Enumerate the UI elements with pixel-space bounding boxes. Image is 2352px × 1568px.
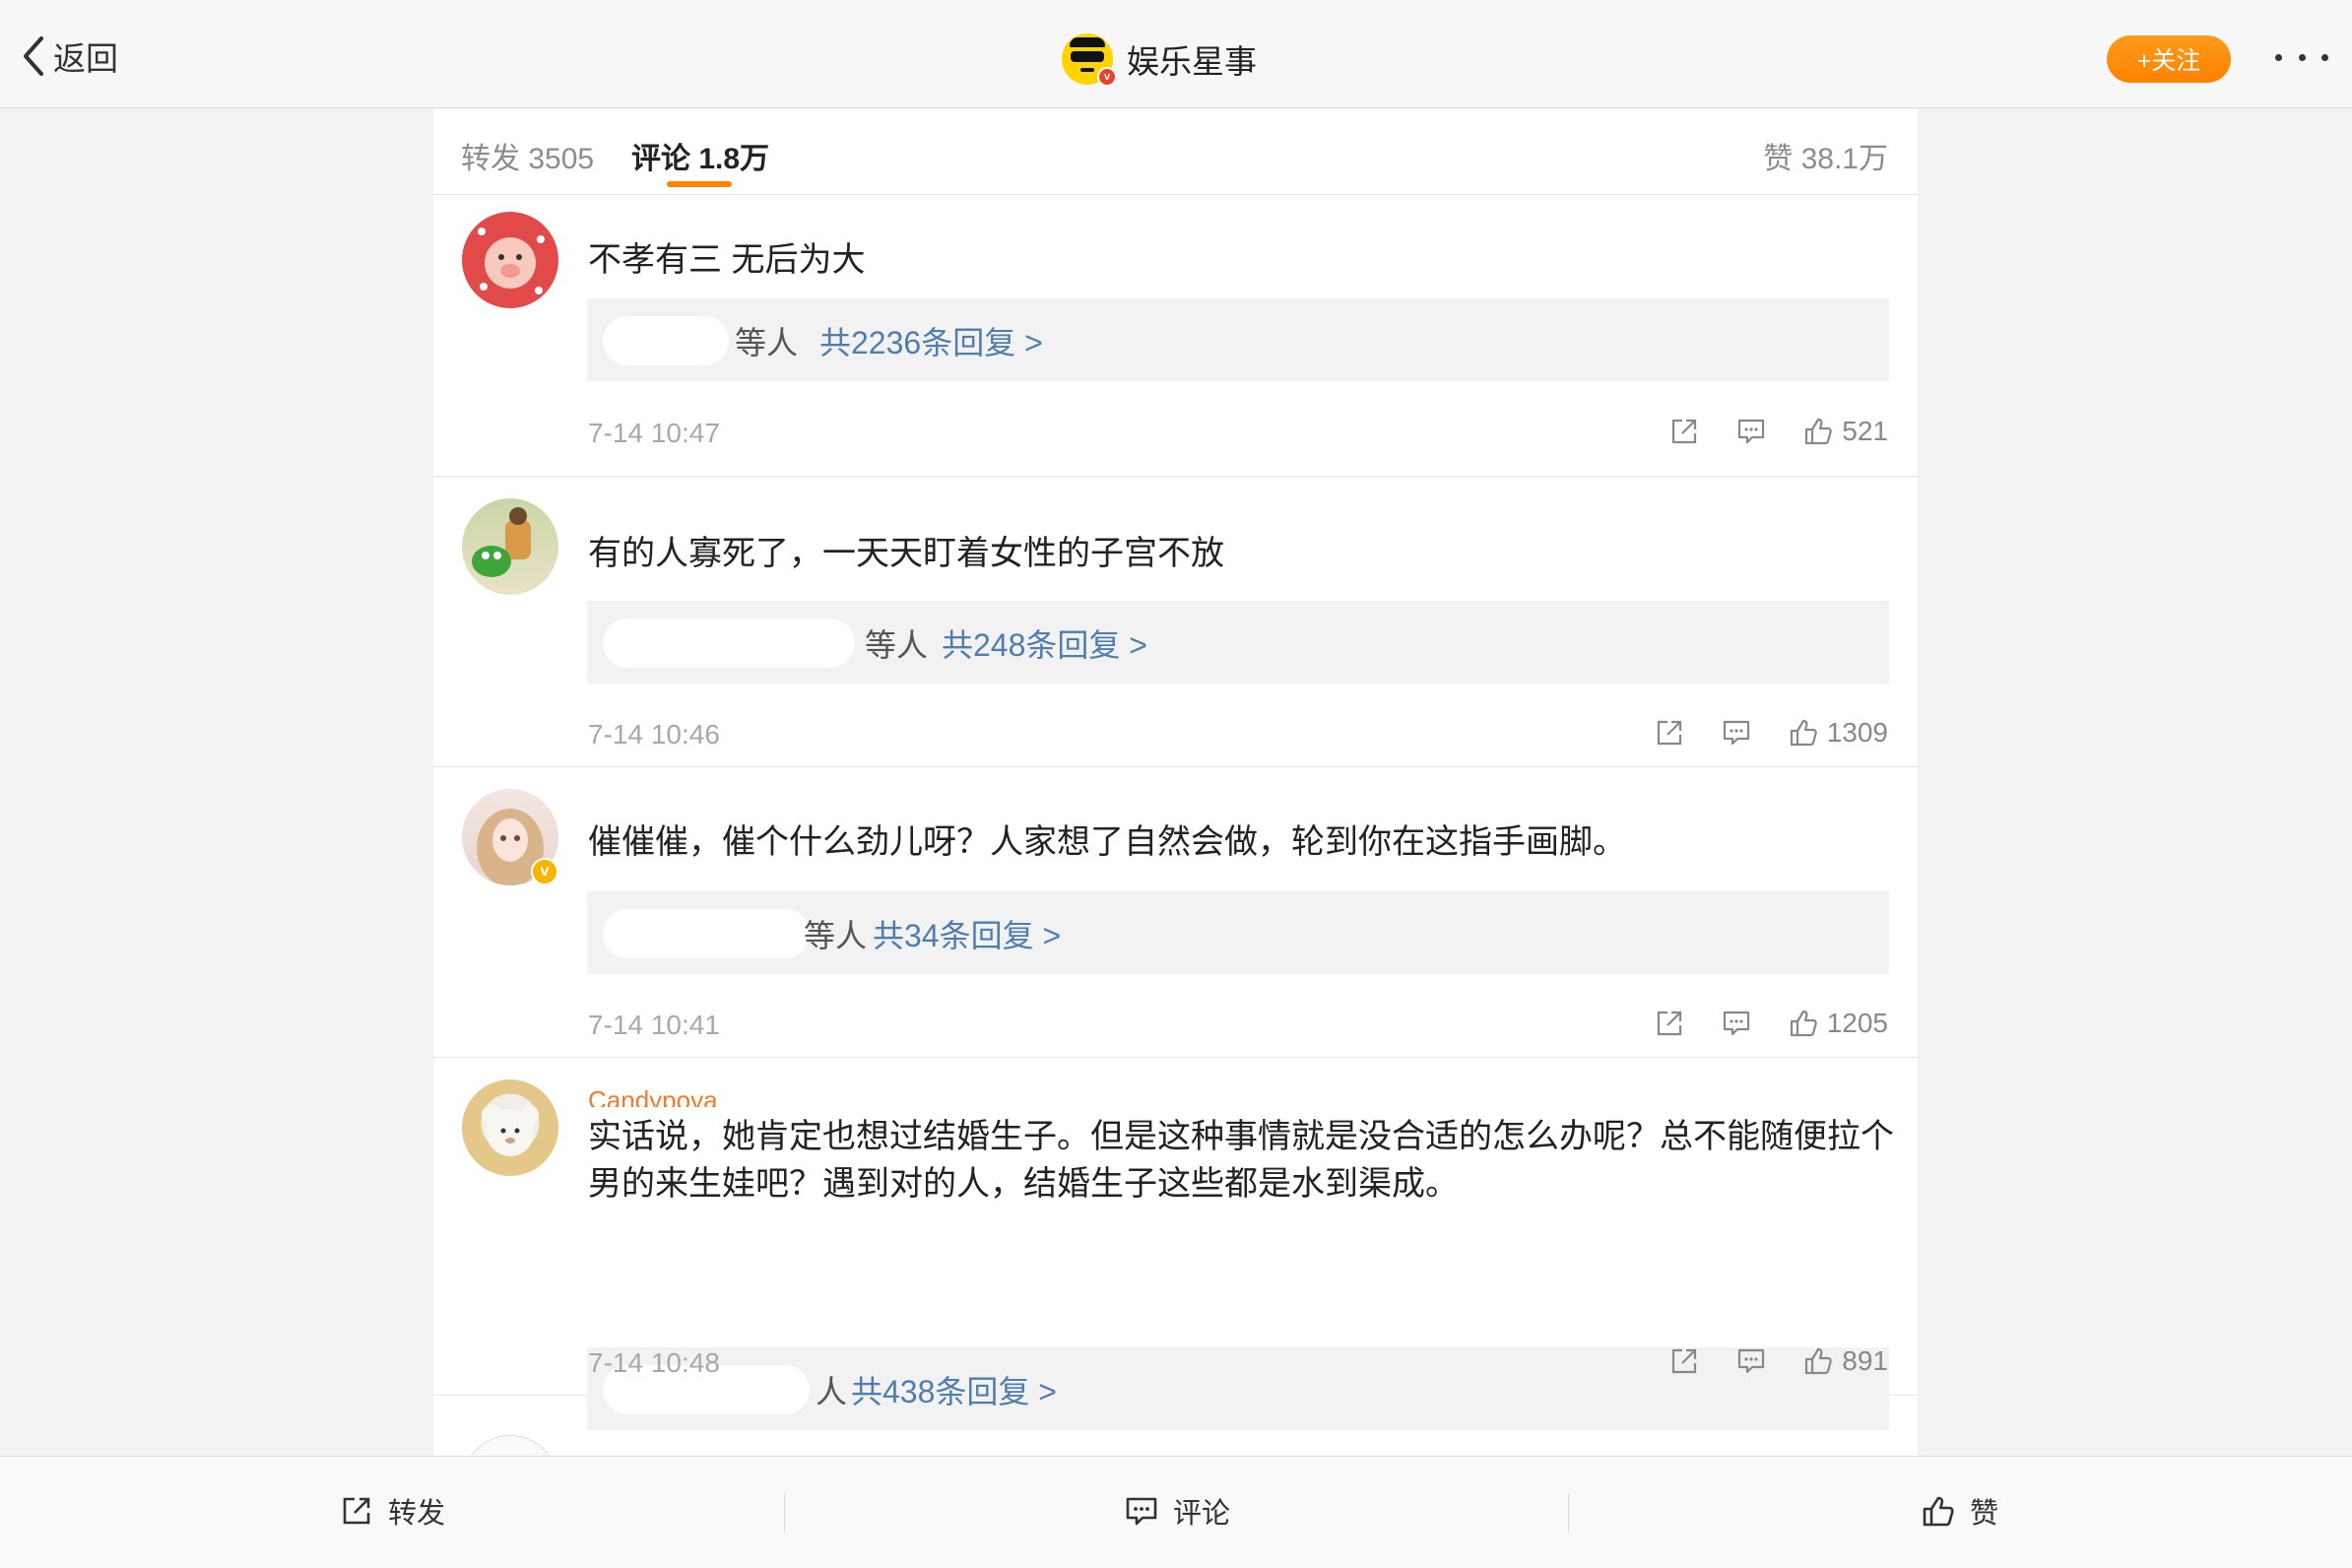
comment-item: v 催催催，催个什么劲儿呀？人家想了自然会做，轮到你在这指手画脚。 等人 共34…	[433, 767, 1918, 1058]
comment-action[interactable]	[1735, 1345, 1767, 1377]
repost-action[interactable]	[1654, 1008, 1685, 1039]
avatar[interactable]	[462, 212, 558, 308]
thumbs-up-icon	[1923, 1496, 1954, 1527]
follow-button[interactable]: +关注	[2107, 35, 2231, 83]
bottom-repost-button[interactable]: 转发	[339, 1486, 445, 1535]
like-action[interactable]: 891	[1802, 1345, 1888, 1377]
like-action[interactable]: 1205	[1788, 1008, 1888, 1039]
chevron-left-icon	[24, 36, 43, 76]
back-label: 返回	[53, 40, 118, 77]
tab-comment[interactable]: 评论 1.8万	[631, 134, 769, 177]
avatar[interactable]: v	[462, 789, 558, 885]
thumbs-up-icon	[1805, 1347, 1832, 1375]
share-arrow-icon	[343, 1497, 370, 1525]
bottom-like-button[interactable]: 赞	[1921, 1486, 1998, 1535]
comment-text: 催催催，催个什么劲儿呀？人家想了自然会做，轮到你在这指手画脚。	[588, 823, 1626, 861]
comment-bubble-icon	[1723, 1011, 1749, 1036]
comment-time: 7-14 10:41	[588, 1010, 720, 1040]
share-arrow-icon	[1657, 720, 1681, 746]
comment-actions: 1205	[1654, 1008, 1888, 1039]
comment-action[interactable]	[1735, 416, 1767, 447]
comment-bubble-icon	[1723, 720, 1749, 746]
tab-like[interactable]: 赞 38.1万	[1763, 134, 1888, 177]
tab-repost[interactable]: 转发 3505	[461, 134, 594, 177]
comment-item: Candypova 实话说，她肯定也想过结婚生子。但是这种事情就是没合适的怎么办…	[433, 1058, 1918, 1430]
comments-panel: 转发 3505 评论 1.8万 赞 38.1万 不孝有三 无后为大 等人 共22…	[433, 108, 1918, 1458]
reply-count-link[interactable]: 共34条回复 >	[873, 911, 1061, 956]
username[interactable]	[588, 506, 677, 528]
username[interactable]: Candypova	[588, 1085, 790, 1107]
comment-time: 7-14 10:48	[588, 1347, 720, 1378]
avatar[interactable]	[462, 1435, 558, 1458]
comment-bubble-icon	[1126, 1497, 1157, 1526]
comment-item: 有的人寡死了，一天天盯着女性的子宫不放 等人 共248条回复 > 7-14 10…	[433, 477, 1918, 767]
redacted-name	[603, 909, 810, 958]
reply-summary[interactable]: 等人 共2236条回复 >	[587, 298, 1889, 381]
bottom-repost-label: 转发	[388, 1498, 446, 1530]
account-avatar: v	[1062, 33, 1117, 87]
comment-actions: 521	[1668, 416, 1888, 447]
comment-bubble-icon	[1738, 1348, 1765, 1374]
repost-action[interactable]	[1668, 416, 1700, 447]
avatar[interactable]	[462, 1079, 558, 1176]
like-action[interactable]: 1309	[1788, 717, 1888, 749]
reply-suffix: 等人	[865, 627, 929, 663]
like-count: 521	[1842, 416, 1888, 446]
reply-count-link[interactable]: 共248条回复 >	[942, 621, 1147, 666]
share-arrow-icon	[1672, 1348, 1697, 1374]
comment-time: 7-14 10:47	[588, 418, 720, 448]
thumbs-up-icon	[1805, 418, 1832, 445]
share-arrow-icon	[1657, 1011, 1681, 1036]
verified-badge-icon: v	[1097, 67, 1117, 87]
like-count: 1309	[1826, 717, 1888, 748]
reply-summary[interactable]: 等人 共248条回复 >	[587, 601, 1889, 684]
more-dots-icon[interactable]	[2275, 43, 2328, 71]
bottom-comment-label: 评论	[1173, 1498, 1231, 1530]
comment-item	[433, 1396, 1918, 1458]
bottom-like-label: 赞	[1970, 1498, 1999, 1530]
comment-actions: 891	[1668, 1345, 1888, 1377]
reply-suffix: 等人	[735, 325, 799, 360]
share-arrow-icon	[1672, 419, 1697, 444]
tab-bar: 转发 3505 评论 1.8万 赞 38.1万	[433, 108, 1918, 195]
like-action[interactable]: 521	[1802, 416, 1888, 447]
comment-text: 实话说，她肯定也想过结婚生子。但是这种事情就是没合适的怎么办呢？总不能随便拉个男…	[588, 1118, 1894, 1203]
account-header[interactable]: v 娱乐星事	[1062, 30, 1257, 89]
comment-item: 不孝有三 无后为大 等人 共2236条回复 > 7-14 10:47 521	[433, 195, 1918, 477]
reply-summary[interactable]: 等人 共34条回复 >	[587, 891, 1889, 974]
reply-suffix: 等人	[804, 918, 868, 953]
reply-count-link[interactable]: 共2236条回复 >	[819, 318, 1043, 363]
repost-action[interactable]	[1654, 717, 1685, 749]
thumbs-up-icon	[1790, 1010, 1817, 1037]
thumbs-up-icon	[1790, 719, 1817, 747]
comment-action[interactable]	[1721, 717, 1752, 749]
comment-time: 7-14 10:46	[588, 719, 720, 750]
bottom-action-bar: 转发 评论 赞	[0, 1456, 2352, 1568]
redacted-name	[603, 316, 729, 365]
comment-bubble-icon	[1738, 419, 1765, 444]
account-name: 娱乐星事	[1127, 43, 1257, 80]
tab-active-indicator	[667, 181, 732, 187]
comment-action[interactable]	[1721, 1008, 1752, 1039]
bottom-comment-button[interactable]: 评论	[1124, 1486, 1230, 1535]
like-count: 1205	[1826, 1008, 1888, 1038]
comment-text: 有的人寡死了，一天天盯着女性的子宫不放	[588, 535, 1224, 572]
divider	[1568, 1494, 1569, 1532]
repost-action[interactable]	[1668, 1345, 1700, 1377]
top-navigation-bar: 返回 v 娱乐星事 +关注	[0, 0, 2352, 108]
like-count: 891	[1842, 1345, 1888, 1376]
avatar[interactable]	[462, 498, 558, 595]
divider	[784, 1494, 785, 1532]
back-button[interactable]: 返回	[20, 33, 118, 79]
comment-actions: 1309	[1654, 717, 1888, 749]
comment-text: 不孝有三 无后为大	[588, 241, 866, 279]
verified-badge-icon: v	[531, 858, 558, 885]
redacted-name	[603, 619, 855, 668]
